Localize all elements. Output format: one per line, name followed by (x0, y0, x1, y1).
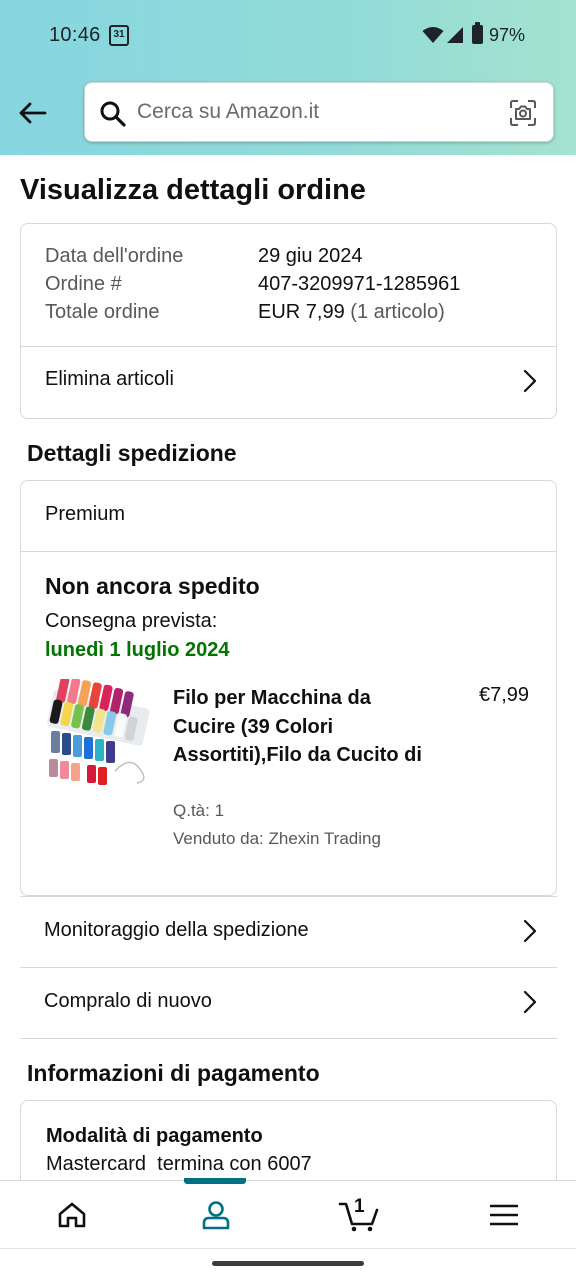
hamburger-menu-icon (490, 1204, 518, 1226)
shipping-section-title: Dettagli spedizione (27, 440, 237, 466)
camera-scan-icon[interactable] (509, 99, 537, 127)
order-number-value: 407-3209971-1285961 (258, 273, 461, 295)
search-bar[interactable] (84, 82, 554, 142)
back-button[interactable] (14, 96, 50, 130)
chevron-right-icon (523, 369, 537, 393)
order-total-amount: EUR 7,99 (258, 301, 345, 323)
product-seller: Venduto da: Zhexin Trading (173, 829, 381, 848)
calendar-icon: 31 (109, 25, 129, 46)
track-shipment-row[interactable]: Monitoraggio della spedizione (20, 896, 557, 966)
app-header: 10:46 31 97% (0, 0, 576, 155)
signal-icon (447, 27, 463, 43)
shipment-status: Non ancora spedito (45, 573, 260, 599)
back-arrow-icon (19, 102, 47, 124)
nav-account[interactable] (144, 1181, 288, 1249)
product-image[interactable] (45, 679, 155, 789)
wifi-icon (422, 27, 444, 43)
account-icon (202, 1201, 230, 1230)
status-time: 10:46 (49, 24, 101, 46)
delivery-date: lunedì 1 luglio 2024 (45, 639, 230, 661)
order-date-value: 29 giu 2024 (258, 245, 363, 267)
chevron-right-icon (523, 919, 537, 943)
home-icon (58, 1202, 86, 1228)
delete-items-label: Elimina articoli (45, 368, 174, 390)
home-gesture-bar[interactable] (212, 1261, 364, 1266)
buy-again-row[interactable]: Compralo di nuovo (20, 967, 557, 1037)
product-title-link[interactable]: Filo per Macchina da Cucire (39 Colori A… (173, 684, 423, 770)
gesture-navigation-area (0, 1248, 576, 1280)
nav-cart[interactable]: 1 (288, 1181, 432, 1249)
divider (20, 1038, 557, 1039)
search-icon (100, 101, 126, 127)
product-quantity: Q.tà: 1 (173, 801, 225, 820)
order-total-label: Totale ordine (45, 301, 160, 323)
order-number-label: Ordine # (45, 273, 122, 295)
status-bar: 10:46 31 97% (0, 0, 576, 72)
delete-items-row[interactable]: Elimina articoli (21, 346, 556, 419)
nav-menu[interactable] (432, 1181, 576, 1249)
payment-method-title: Modalità di pagamento (46, 1125, 263, 1147)
order-date-label: Data dell'ordine (45, 245, 184, 267)
battery-percent: 97% (489, 25, 526, 45)
page-title: Visualizza dettagli ordine (20, 174, 366, 206)
shipment-card: Premium Non ancora spedito Consegna prev… (20, 480, 557, 896)
chevron-right-icon (523, 990, 537, 1014)
bottom-navigation: 1 (0, 1178, 576, 1249)
delivery-label: Consegna prevista: (45, 610, 218, 632)
shipping-type: Premium (45, 503, 126, 525)
nav-home[interactable] (0, 1181, 144, 1249)
product-price: €7,99 (479, 684, 530, 706)
cart-count-badge: 1 (354, 1196, 365, 1217)
payment-method-value: Mastercard termina con 6007 (46, 1153, 312, 1175)
buy-again-label: Compralo di nuovo (44, 990, 212, 1012)
divider (21, 551, 556, 552)
order-total-value: EUR 7,99 (1 articolo) (258, 301, 445, 324)
battery-icon (472, 22, 483, 44)
search-input[interactable] (137, 94, 497, 130)
order-summary-card: Data dell'ordine 29 giu 2024 Ordine # 40… (20, 223, 557, 419)
payment-section-title: Informazioni di pagamento (27, 1060, 320, 1086)
order-item-count: (1 articolo) (350, 301, 445, 323)
track-shipment-label: Monitoraggio della spedizione (44, 919, 309, 941)
